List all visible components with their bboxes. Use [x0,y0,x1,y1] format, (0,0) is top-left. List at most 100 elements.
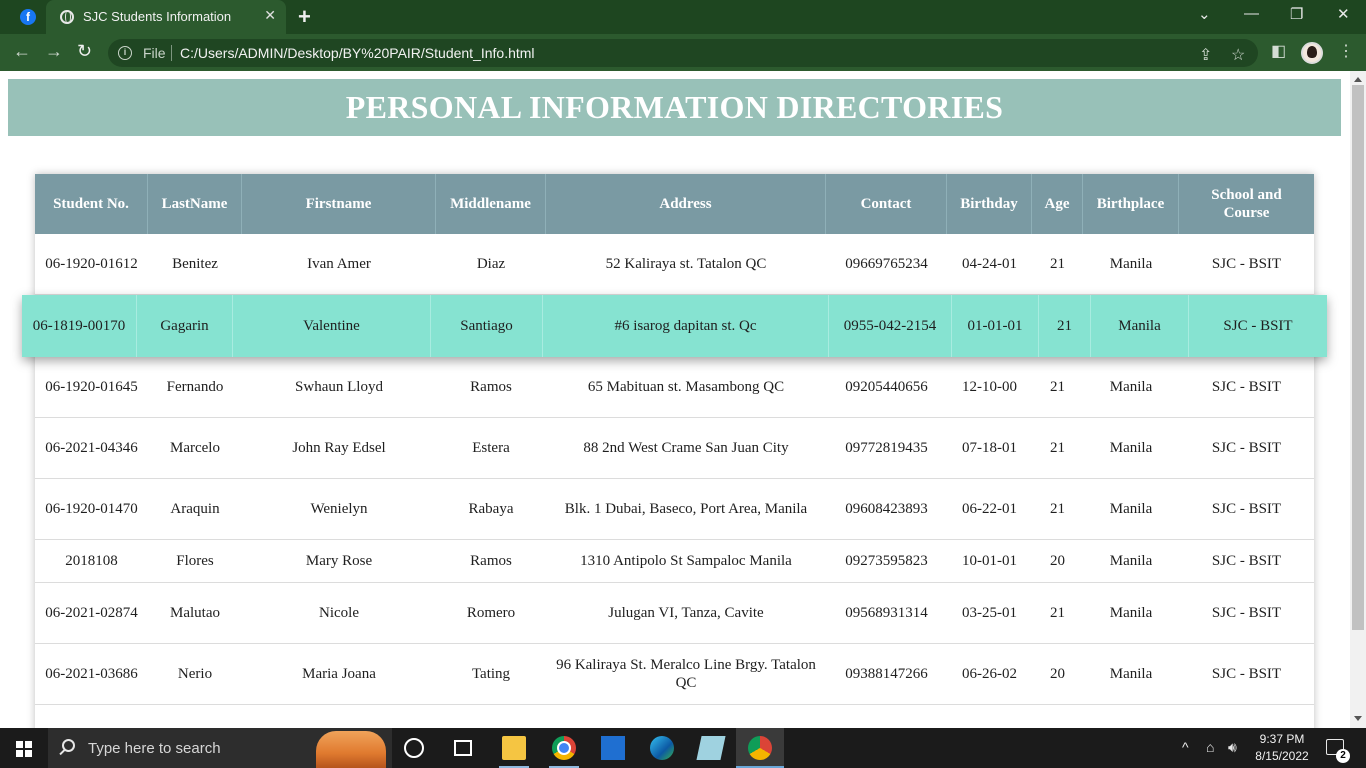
cell-address: 1310 Antipolo St Sampaloc Manila [580,553,792,569]
cell-course: SJC - BSIT [1211,605,1282,621]
chrome-icon[interactable] [552,736,576,760]
system-clock[interactable]: 9:37 PM 8/15/2022 [1252,731,1312,765]
file-explorer-icon[interactable] [502,736,526,760]
active-tab[interactable]: SJC Students Information ✕ [46,0,286,34]
cell-student-no: 06-1920-01612 [45,256,138,272]
vertical-scrollbar[interactable] [1350,71,1366,728]
task-view-icon[interactable] [454,740,472,756]
back-button[interactable]: ← [13,41,31,62]
table-row[interactable]: 06-1920-01612 Benitez Ivan Amer Diaz 52 … [35,234,1314,295]
cell-address: 52 Kaliraya st. Tatalon QC [605,256,767,272]
cell-student-no: 06-1920-01470 [45,501,138,517]
share-icon[interactable]: ⇪ [1199,45,1212,65]
reload-button[interactable]: ↻ [77,41,92,62]
cell-lastname: Fernando [166,379,224,395]
cell-course: SJC - BSIT [1223,318,1293,334]
cell-firstname: Nicole [319,605,359,621]
table-row[interactable]: 06-2021-04346 Marcelo John Ray Edsel Est… [35,418,1314,479]
notepad-icon[interactable] [696,736,726,760]
col-lastname: LastName [148,174,242,234]
clock-date: 8/15/2022 [1255,749,1309,763]
forward-button[interactable]: → [45,41,63,62]
info-icon[interactable]: i [118,46,132,60]
edge-icon[interactable] [650,736,674,760]
network-icon[interactable]: ⌂ [1206,739,1214,755]
taskbar-search-box[interactable]: Type here to search [48,728,392,768]
address-bar[interactable]: i File C:/Users/ADMIN/Desktop/BY%20PAIR/… [108,39,1258,67]
cell-firstname: Mary Rose [305,553,373,569]
student-table: Student No. LastName Firstname Middlenam… [22,174,1327,728]
cell-course [1179,705,1314,728]
tab-search-icon[interactable]: ⌄ [1198,5,1211,23]
table-row[interactable]: 06-2021-02874 Malutao Nicole Romero Julu… [35,583,1314,644]
scroll-thumb[interactable] [1352,85,1364,630]
cell-course: SJC - BSIT [1211,501,1282,517]
cell-contact: 09669765234 [845,256,928,272]
browser-toolbar: ← → ↻ i File C:/Users/ADMIN/Desktop/BY%2… [0,34,1366,71]
cell-age: 21 [1050,440,1065,456]
cell-firstname: Maria Joana [302,666,376,682]
search-icon [62,739,75,752]
cell-middlename: Santiago [431,295,543,357]
table-row[interactable]: 06-2021-03686 Nerio Maria Joana Tating 9… [35,644,1314,705]
restore-button[interactable]: ❐ [1290,5,1303,23]
cell-address: 65 Mabituan st. Masambong QC [587,379,785,395]
cell-contact: 09205440656 [845,379,928,395]
cell-contact: 09568931314 [845,605,928,621]
cell-age: 21 [1039,295,1091,357]
cell-address: Julugan VI, Tanza, Cavite [608,605,764,621]
cell-contact: 09608423893 [845,501,928,517]
close-window-button[interactable]: ✕ [1337,5,1350,23]
table-row[interactable]: 06-1920-01645 Fernando Swhaun Lloyd Ramo… [35,357,1314,418]
cell-lastname: Nerio [177,666,213,682]
cell-firstname: Valentine [233,295,431,357]
cell-student-no: 06-2021-04346 [45,440,138,456]
cell-age: 21 [1050,501,1065,517]
cell-student-no: 06-2021-03686 [45,666,138,682]
tray-chevron-up-icon[interactable]: ^ [1182,739,1189,755]
col-middlename: Middlename [436,174,546,234]
cell-student-no: 06-1920-01645 [45,379,138,395]
cell-lastname: Gagarin [137,295,233,357]
facebook-tab-icon[interactable]: f [20,9,36,25]
table-row[interactable]: 2018108 Flores Mary Rose Ramos 1310 Anti… [35,540,1314,583]
cell-contact: 09772819435 [845,440,928,456]
table-row[interactable]: 320 blumintritt extention calamba [35,705,1314,728]
cell-middlename: Diaz [476,256,506,272]
cell-lastname [148,705,242,728]
photos-icon[interactable] [601,736,625,760]
bookmark-star-icon[interactable]: ☆ [1231,45,1245,65]
windows-taskbar: Type here to search ^ ⌂ 🔊︎ 9:37 PM 8/15/… [0,728,1366,768]
table-row-hovered[interactable]: 06-1819-00170 Gagarin Valentine Santiago… [22,295,1327,357]
minimize-button[interactable]: — [1244,5,1259,22]
profile-avatar[interactable] [1301,42,1323,64]
cell-firstname: Ivan Amer [307,256,371,272]
col-firstname: Firstname [242,174,436,234]
notification-count-badge: 2 [1336,749,1350,763]
new-tab-button[interactable]: + [298,4,311,30]
col-student-no: Student No. [35,174,148,234]
url-text[interactable]: C:/Users/ADMIN/Desktop/BY%20PAIR/Student… [180,45,535,61]
volume-icon[interactable]: 🔊︎ [1228,739,1237,756]
cell-middlename: Tating [471,666,511,682]
menu-kebab-icon[interactable]: ⋮ [1338,41,1354,61]
cell-middlename [436,705,546,728]
cell-birthday: 12-10-00 [962,379,1017,395]
scroll-up-arrow-icon[interactable] [1354,77,1362,82]
side-panel-icon[interactable]: ◧ [1271,41,1286,61]
cell-middlename: Ramos [470,379,512,395]
cell-birthday [947,705,1032,728]
cell-firstname [242,705,436,728]
cortana-icon[interactable] [404,738,424,758]
scroll-down-arrow-icon[interactable] [1354,716,1362,721]
cell-lastname: Benitez [172,256,218,272]
tab-close-icon[interactable]: ✕ [264,7,276,24]
col-contact: Contact [826,174,947,234]
cell-birthday: 06-26-02 [962,666,1017,682]
table-row[interactable]: 06-1920-01470 Araquin Wenielyn Rabaya Bl… [35,479,1314,540]
cell-address: Blk. 1 Dubai, Baseco, Port Area, Manila [564,501,808,517]
windows-start-icon[interactable] [16,741,32,757]
cell-lastname: Malutao [170,605,220,621]
cell-middlename: Estera [472,440,510,456]
chrome-profile-icon[interactable] [748,736,772,760]
